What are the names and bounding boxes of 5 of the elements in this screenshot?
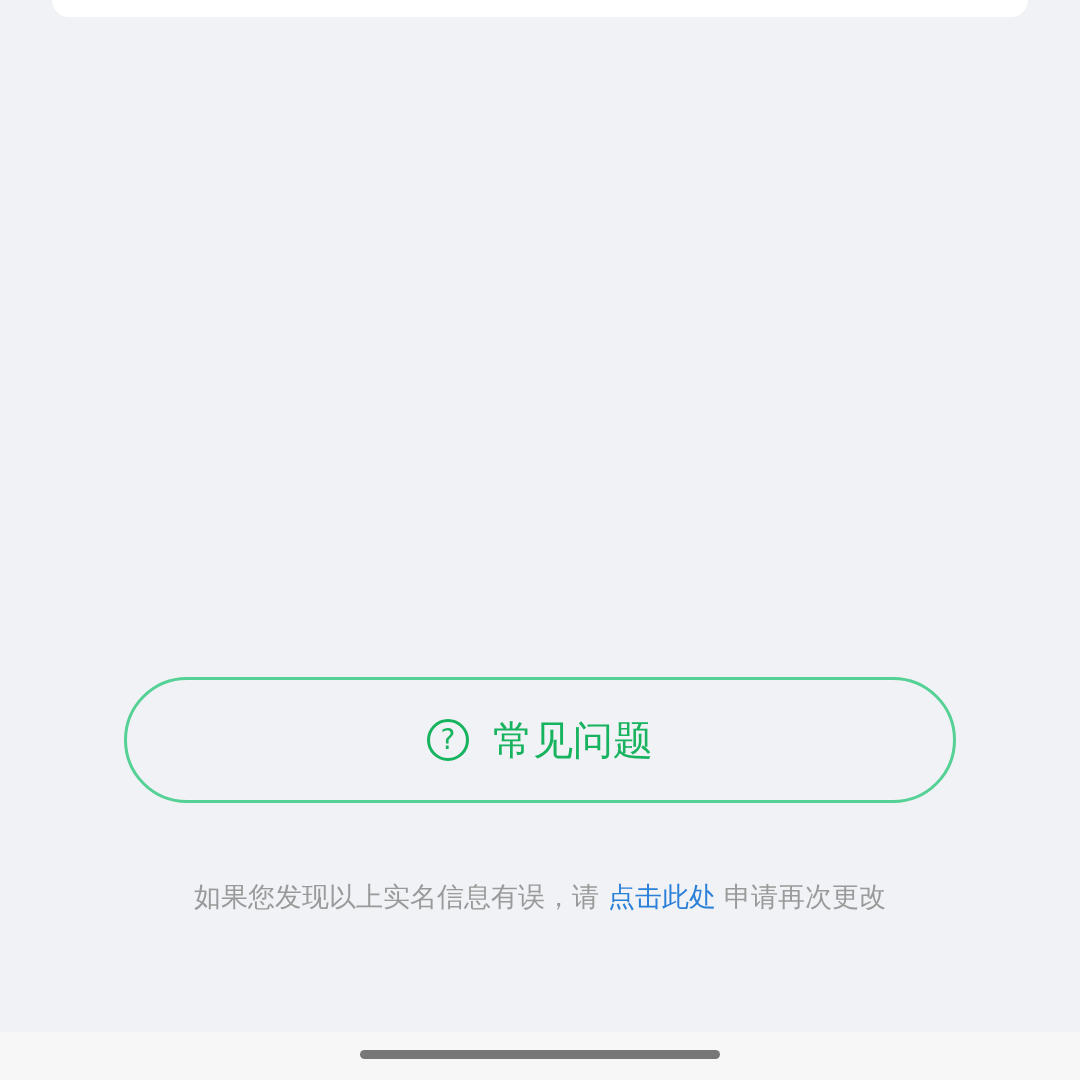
faq-button[interactable]: ? 常见问题	[124, 677, 956, 803]
home-indicator[interactable]	[360, 1050, 720, 1059]
notice-text: 如果您发现以上实名信息有误，请 点击此处 申请再次更改	[192, 880, 888, 914]
edit-link[interactable]: 点击此处	[607, 881, 716, 912]
help-icon: ?	[427, 719, 469, 761]
